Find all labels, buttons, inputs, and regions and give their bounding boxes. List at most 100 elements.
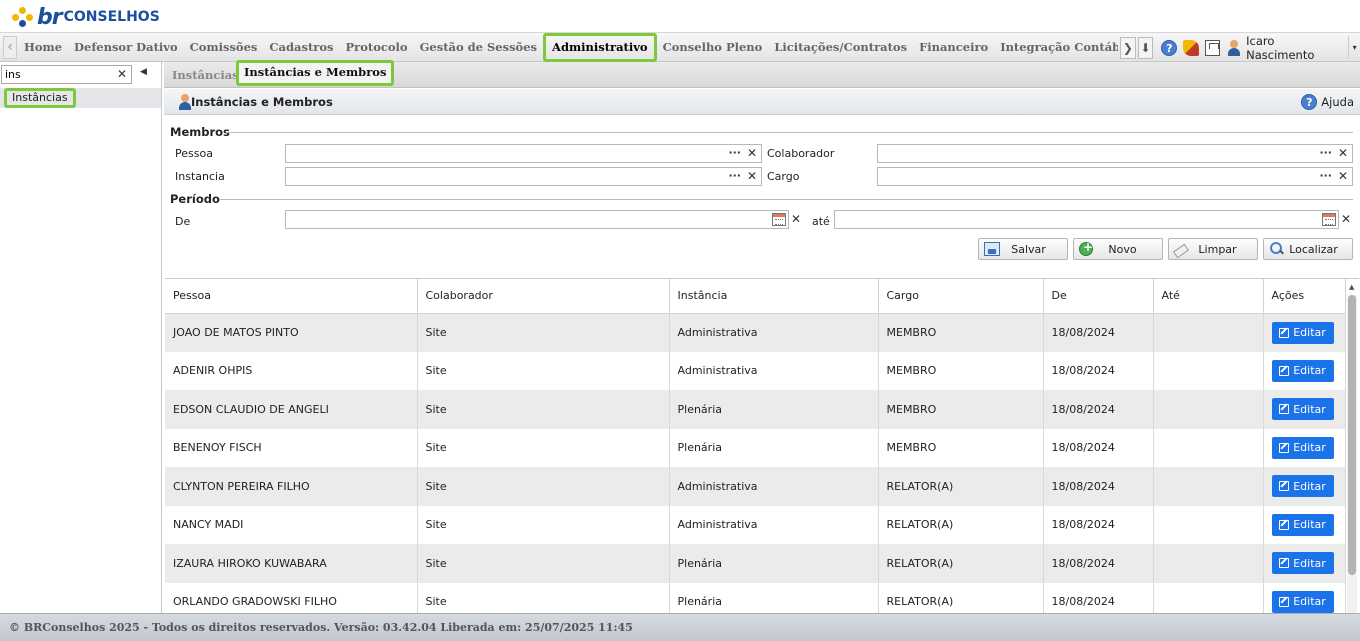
column-header-instancia[interactable]: Instância — [669, 279, 879, 314]
de-clear-icon[interactable]: ✕ — [791, 212, 801, 226]
brconselhos-logo[interactable]: br CONSELHOS — [12, 5, 160, 30]
menu-item-comiss-es[interactable]: Comissões — [184, 33, 264, 62]
table-row[interactable]: EDSON CLAUDIO DE ANGELI Site Plenária MEMBR… — [165, 390, 1346, 429]
pessoa-input[interactable] — [286, 145, 666, 162]
edit-button[interactable]: Editar — [1271, 552, 1334, 575]
menu-item-cadastros[interactable]: Cadastros — [263, 33, 339, 62]
colaborador-clear-icon[interactable]: ✕ — [1338, 146, 1348, 160]
colaborador-lookup-icon[interactable]: ··· — [1319, 146, 1332, 159]
cell-instancia: Administrativa — [669, 351, 879, 390]
ate-label: até — [812, 215, 830, 228]
user-menu-caret-icon[interactable]: ▾ — [1348, 36, 1360, 59]
menu-item-defensor-dativo[interactable]: Defensor Dativo — [68, 33, 184, 62]
menu-item-integra-o-cont-bil[interactable]: Integração Contábil — [994, 33, 1118, 62]
menu-item-licita-es-contratos[interactable]: Licitações/Contratos — [768, 33, 913, 62]
menu-item-financeiro[interactable]: Financeiro — [913, 33, 994, 62]
menu-item-protocolo[interactable]: Protocolo — [340, 33, 414, 62]
save-button[interactable]: Salvar — [978, 238, 1068, 260]
de-date-input[interactable] — [286, 211, 688, 228]
pessoa-clear-icon[interactable]: ✕ — [747, 146, 757, 160]
table-row[interactable]: ORLANDO GRADOWSKI FILHO Site Plenária RELAT… — [165, 582, 1346, 613]
edit-button[interactable]: Editar — [1271, 513, 1334, 536]
menu-scroll-right-button[interactable]: ❯ — [1120, 36, 1136, 59]
instancia-lookup-icon[interactable]: ··· — [728, 169, 741, 182]
cell-colaborador: Site — [417, 582, 670, 613]
table-scrollbar[interactable] — [1347, 295, 1357, 613]
cell-ate — [1153, 505, 1264, 544]
tab-instancias[interactable]: Instâncias — [164, 63, 247, 88]
ate-date-field — [834, 210, 1339, 229]
sidebar-item-label: Instâncias — [4, 88, 76, 108]
cell-colaborador: Site — [417, 313, 670, 352]
user-name[interactable]: Icaro Nascimento — [1246, 34, 1344, 62]
cargo-clear-icon[interactable]: ✕ — [1338, 169, 1348, 183]
menu-item-home[interactable]: Home — [18, 33, 68, 62]
search-button[interactable]: Localizar — [1263, 238, 1353, 260]
colaborador-field: ··· ✕ — [877, 144, 1353, 163]
edit-button[interactable]: Editar — [1271, 321, 1334, 344]
instancia-input[interactable] — [286, 168, 666, 185]
sidebar-list: Instâncias — [0, 88, 161, 108]
help-label: Ajuda — [1321, 95, 1354, 109]
menu-item-gest-o-de-sess-es[interactable]: Gestão de Sessões — [414, 33, 543, 62]
cell-ate — [1153, 544, 1264, 583]
colaborador-input[interactable] — [878, 145, 1258, 162]
cargo-lookup-icon[interactable]: ··· — [1319, 169, 1332, 182]
cell-acoes: Editar — [1263, 544, 1346, 583]
cell-pessoa: ADENIR OHPIS — [165, 351, 418, 390]
edit-button[interactable]: Editar — [1271, 436, 1334, 459]
help-button[interactable]: ? Ajuda — [1301, 94, 1354, 110]
instancia-clear-icon[interactable]: ✕ — [747, 169, 757, 183]
edit-icon — [1279, 558, 1290, 569]
cell-pessoa: JOAO DE MATOS PINTO — [165, 313, 418, 352]
sidebar-search: ✕ — [1, 65, 132, 84]
table-row[interactable]: IZAURA HIROKO KUWABARA Site Plenária RELATO… — [165, 544, 1346, 583]
pessoa-lookup-icon[interactable]: ··· — [728, 146, 741, 159]
membros-divider — [226, 132, 1353, 133]
magnifier-icon — [1269, 242, 1285, 256]
menu-item-conselho-pleno[interactable]: Conselho Pleno — [657, 33, 769, 62]
edit-button-label: Editar — [1293, 364, 1326, 378]
table-row[interactable]: BENENOY FISCH Site Plenária MEMBRO 18/08/202… — [165, 428, 1346, 467]
column-header-colaborador[interactable]: Colaborador — [417, 279, 670, 314]
table-row[interactable]: JOAO DE MATOS PINTO Site Administrativa MEM… — [165, 313, 1346, 352]
ate-clear-icon[interactable]: ✕ — [1341, 212, 1351, 226]
table-row[interactable]: ADENIR OHPIS Site Administrativa MEMBRO 18/0… — [165, 351, 1346, 390]
sidebar-search-clear-icon[interactable]: ✕ — [117, 67, 127, 81]
cell-instancia: Plenária — [669, 582, 879, 613]
new-button[interactable]: Novo — [1073, 238, 1163, 260]
menu-item-administrativo[interactable]: Administrativo — [543, 33, 657, 62]
calendar-icon[interactable] — [772, 213, 786, 226]
edit-button-label: Editar — [1293, 518, 1326, 532]
clear-button[interactable]: Limpar — [1168, 238, 1258, 260]
sidebar-item-instancias[interactable]: Instâncias — [0, 88, 161, 108]
column-header-de[interactable]: De — [1043, 279, 1154, 314]
edit-button[interactable]: Editar — [1271, 475, 1334, 498]
scroll-up-icon[interactable]: ▲ — [1349, 283, 1354, 291]
tab-instancias-e-membros[interactable]: Instâncias e Membros — [236, 60, 395, 86]
edit-button-label: Editar — [1293, 402, 1326, 416]
table-scrollbar-thumb[interactable] — [1348, 295, 1356, 575]
table-row[interactable]: CLYNTON PEREIRA FILHO Site Administrativa R… — [165, 467, 1346, 506]
menu-scroll-down-button[interactable]: ⬇ — [1137, 36, 1154, 59]
brush-icon[interactable] — [1183, 39, 1199, 56]
cell-pessoa: NANCY MADI — [165, 505, 418, 544]
menu-scroll-left-button[interactable]: ‹ — [3, 36, 17, 59]
table-row[interactable]: NANCY MADI Site Administrativa RELATOR(A) 18… — [165, 505, 1346, 544]
cargo-input[interactable] — [878, 168, 1258, 185]
edit-button[interactable]: Editar — [1271, 359, 1334, 382]
column-header-cargo[interactable]: Cargo — [878, 279, 1044, 314]
user-icon[interactable] — [1226, 39, 1242, 56]
calendar-icon[interactable] — [1322, 213, 1336, 226]
ate-date-input[interactable] — [835, 211, 1238, 228]
sidebar-collapse-icon[interactable]: ◀ — [140, 67, 147, 77]
edit-button[interactable]: Editar — [1271, 590, 1334, 613]
sidebar-search-input[interactable] — [2, 66, 112, 83]
logo-bar: br CONSELHOS — [0, 0, 1360, 33]
home-icon[interactable] — [1204, 39, 1221, 56]
column-header-pessoa[interactable]: Pessoa — [165, 279, 418, 314]
help-icon[interactable]: ? — [1161, 39, 1178, 56]
column-header-ate[interactable]: Até — [1153, 279, 1264, 314]
cell-de: 18/08/2024 — [1043, 351, 1154, 390]
edit-button[interactable]: Editar — [1271, 398, 1334, 421]
